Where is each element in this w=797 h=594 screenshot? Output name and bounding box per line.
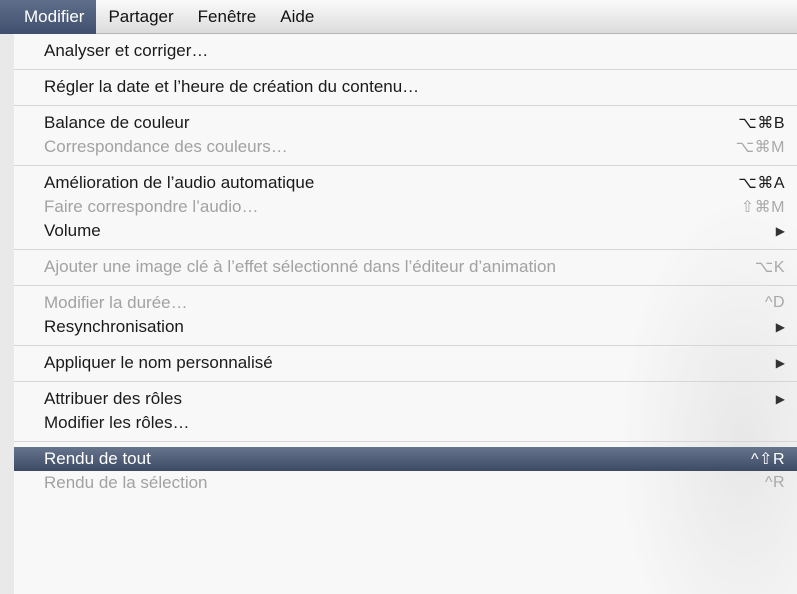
menu-item-label: Attribuer des rôles: [44, 389, 182, 408]
menu-group-color: Balance de couleur ⌥⌘B Correspondance de…: [14, 106, 797, 166]
menu-item-rendu-selection[interactable]: Rendu de la sélection ^R: [14, 471, 797, 495]
menu-item-attribuer-roles[interactable]: Attribuer des rôles ▶: [14, 387, 797, 411]
menu-item-label: Resynchronisation: [44, 317, 184, 336]
menu-item-label: Rendu de tout: [44, 449, 151, 468]
menubar-item-aide[interactable]: Aide: [268, 0, 326, 34]
keyboard-shortcut: ^D: [764, 294, 785, 311]
submenu-arrow-icon: ▶: [775, 320, 785, 334]
menu-item-regler-date[interactable]: Régler la date et l’heure de création du…: [14, 75, 797, 99]
menu-item-label: Modifier la durée…: [44, 293, 188, 312]
keyboard-shortcut: ⌥K: [754, 259, 785, 276]
menubar-item-partager[interactable]: Partager: [96, 0, 185, 34]
menu-item-modifier-roles[interactable]: Modifier les rôles…: [14, 411, 797, 435]
menu-item-ajouter-image-cle[interactable]: Ajouter une image clé à l’effet sélectio…: [14, 255, 797, 279]
menu-group-custom-name: Appliquer le nom personnalisé ▶: [14, 346, 797, 382]
menu-group-roles: Attribuer des rôles ▶ Modifier les rôles…: [14, 382, 797, 442]
submenu-arrow-icon: ▶: [775, 224, 785, 238]
submenu-arrow-icon: ▶: [775, 392, 785, 406]
menu-item-label: Appliquer le nom personnalisé: [44, 353, 273, 372]
menubar-item-fenetre[interactable]: Fenêtre: [186, 0, 269, 34]
menu-item-amelioration-audio[interactable]: Amélioration de l’audio automatique ⌥⌘A: [14, 171, 797, 195]
keyboard-shortcut: ⌥⌘M: [735, 139, 785, 156]
menu-item-label: Modifier les rôles…: [44, 413, 190, 432]
keyboard-shortcut: ⇧⌘M: [740, 199, 785, 216]
menu-item-modifier-duree[interactable]: Modifier la durée… ^D: [14, 291, 797, 315]
keyboard-shortcut: ⌥⌘A: [738, 175, 785, 192]
menu-item-faire-correspondre-audio[interactable]: Faire correspondre l’audio… ⇧⌘M: [14, 195, 797, 219]
keyboard-shortcut: ^R: [764, 474, 785, 491]
menu-item-appliquer-nom[interactable]: Appliquer le nom personnalisé ▶: [14, 351, 797, 375]
menu-group-keyframe: Ajouter une image clé à l’effet sélectio…: [14, 250, 797, 286]
menu-item-label: Faire correspondre l’audio…: [44, 197, 259, 216]
menu-item-label: Régler la date et l’heure de création du…: [44, 77, 420, 96]
keyboard-shortcut: ⌥⌘B: [738, 115, 785, 132]
menu-item-resynchronisation[interactable]: Resynchronisation ▶: [14, 315, 797, 339]
menu-item-correspondance-couleurs[interactable]: Correspondance des couleurs… ⌥⌘M: [14, 135, 797, 159]
submenu-arrow-icon: ▶: [775, 356, 785, 370]
menu-item-label: Rendu de la sélection: [44, 473, 208, 492]
menu-item-label: Ajouter une image clé à l’effet sélectio…: [44, 257, 556, 276]
menu-group-audio: Amélioration de l’audio automatique ⌥⌘A …: [14, 166, 797, 250]
menu-group-render: Rendu de tout ^⇧R Rendu de la sélection …: [14, 442, 797, 501]
menu-group-analyze: Analyser et corriger…: [14, 34, 797, 70]
menu-item-volume[interactable]: Volume ▶: [14, 219, 797, 243]
menu-item-balance-couleur[interactable]: Balance de couleur ⌥⌘B: [14, 111, 797, 135]
menu-item-label: Volume: [44, 221, 101, 240]
menu-item-label: Amélioration de l’audio automatique: [44, 173, 315, 192]
menu-item-label: Balance de couleur: [44, 113, 190, 132]
menu-group-date: Régler la date et l’heure de création du…: [14, 70, 797, 106]
menu-item-label: Correspondance des couleurs…: [44, 137, 288, 156]
menu-group-duration: Modifier la durée… ^D Resynchronisation …: [14, 286, 797, 346]
modifier-dropdown-menu: Analyser et corriger… Régler la date et …: [14, 34, 797, 594]
menubar-item-modifier[interactable]: Modifier: [0, 0, 97, 34]
menu-item-label: Analyser et corriger…: [44, 41, 209, 60]
menu-item-analyser-corriger[interactable]: Analyser et corriger…: [14, 39, 797, 63]
menu-bar: Modifier Partager Fenêtre Aide: [0, 0, 797, 34]
menu-item-rendu-tout[interactable]: Rendu de tout ^⇧R: [14, 447, 797, 471]
keyboard-shortcut: ^⇧R: [751, 451, 785, 468]
